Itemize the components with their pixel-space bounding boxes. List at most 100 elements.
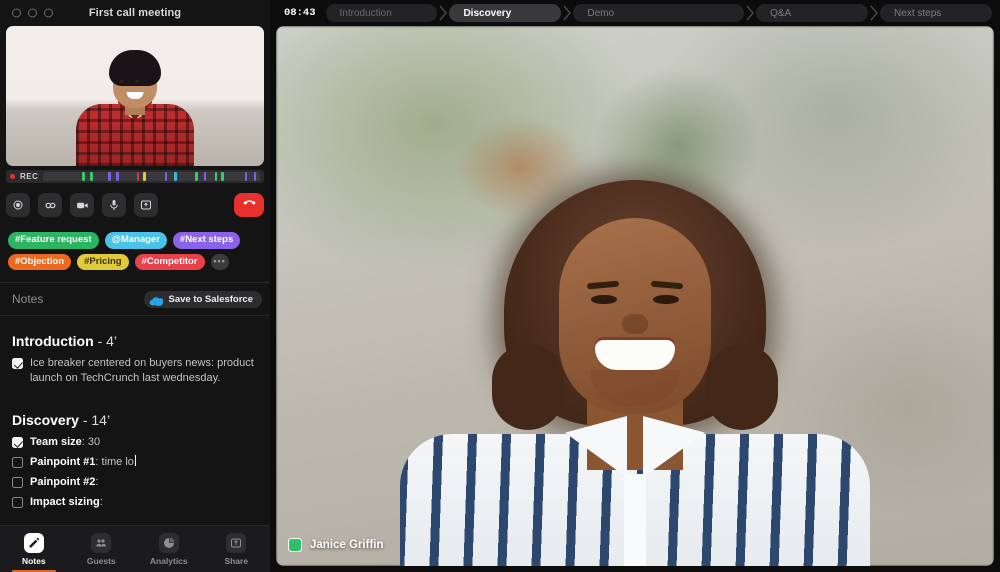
notes-panel-title: Notes bbox=[12, 292, 44, 306]
recording-marker[interactable] bbox=[195, 172, 198, 181]
note-item[interactable]: Impact sizing: bbox=[12, 495, 258, 510]
agenda-step-demo[interactable]: Demo bbox=[573, 4, 745, 22]
camera-toggle-button[interactable] bbox=[70, 193, 94, 217]
agenda-chevron-icon bbox=[437, 4, 449, 22]
note-item-text[interactable]: Ice breaker centered on buyers news: pro… bbox=[30, 356, 258, 386]
notes-section-heading: Discovery - 14’ bbox=[12, 412, 258, 428]
note-item-label: Painpoint #2 bbox=[30, 476, 96, 488]
recording-marker[interactable] bbox=[164, 172, 168, 181]
notes-header: Notes Save to Salesforce bbox=[0, 283, 270, 315]
self-view-video[interactable] bbox=[6, 26, 264, 166]
recording-marker[interactable] bbox=[253, 172, 257, 181]
participant-nose bbox=[622, 314, 648, 334]
agenda-step-introduction[interactable]: Introduction bbox=[325, 4, 438, 22]
hangup-phone-icon bbox=[242, 195, 257, 215]
tag-chip[interactable]: #Feature request bbox=[8, 232, 99, 249]
call-controls bbox=[6, 190, 264, 220]
tag-chip[interactable]: @Manager bbox=[104, 232, 167, 249]
note-item-text[interactable]: Team size: 30 bbox=[30, 435, 100, 450]
end-call-button[interactable] bbox=[234, 193, 264, 217]
tag-chip[interactable]: #Competitor bbox=[134, 253, 205, 270]
save-to-salesforce-button[interactable]: Save to Salesforce bbox=[143, 290, 262, 308]
note-item-text[interactable]: Painpoint #1: time lo bbox=[30, 455, 136, 470]
close-window-icon[interactable] bbox=[12, 8, 21, 18]
agenda-step-q-a[interactable]: Q&A bbox=[756, 4, 869, 22]
note-item-value: : time lo bbox=[95, 456, 134, 468]
minimize-window-icon[interactable] bbox=[28, 8, 37, 18]
note-item-text[interactable]: Impact sizing: bbox=[30, 495, 103, 510]
recording-marker[interactable] bbox=[203, 172, 207, 181]
participant-eye-left bbox=[591, 295, 617, 304]
window-traffic-lights[interactable] bbox=[12, 8, 53, 18]
section-duration: - 4’ bbox=[93, 333, 117, 349]
note-item-value: : bbox=[95, 476, 99, 488]
checkbox-unchecked-icon[interactable] bbox=[12, 457, 23, 468]
checkbox-checked-icon[interactable] bbox=[12, 358, 23, 369]
more-tags-button[interactable]: ••• bbox=[210, 253, 229, 270]
recording-marker[interactable] bbox=[89, 172, 93, 181]
agenda-chevron-icon bbox=[744, 4, 756, 22]
participant-name: Janice Griffin bbox=[310, 539, 384, 551]
notes-section-heading: Introduction - 4’ bbox=[12, 333, 258, 349]
window-titlebar: First call meeting bbox=[0, 0, 270, 26]
nav-item-label: Guests bbox=[86, 555, 116, 566]
note-item-label: Painpoint #1 bbox=[30, 456, 96, 468]
note-item[interactable]: Painpoint #1: time lo bbox=[12, 455, 258, 470]
nav-item-analytics[interactable]: Analytics bbox=[135, 526, 203, 572]
recording-indicator-icon bbox=[10, 174, 15, 179]
nav-item-label: Analytics bbox=[149, 555, 188, 566]
right-panel: 08:43 Introduction Discovery Demo Q&A Next s… bbox=[270, 0, 1000, 572]
participant-smile bbox=[595, 340, 675, 370]
nav-item-label: Share bbox=[224, 555, 249, 566]
agenda-step-discovery[interactable]: Discovery bbox=[449, 4, 562, 22]
left-panel: First call meeting REC #Feature request … bbox=[0, 0, 270, 572]
recording-marker[interactable] bbox=[221, 172, 224, 181]
recording-marker[interactable] bbox=[214, 172, 218, 181]
checkbox-unchecked-icon[interactable] bbox=[12, 477, 23, 488]
tag-chip[interactable]: #Pricing bbox=[77, 253, 129, 270]
participant-name-badge: Janice Griffin bbox=[288, 538, 384, 552]
recording-marker[interactable] bbox=[82, 172, 85, 181]
agenda-step-next-steps[interactable]: Next steps bbox=[880, 4, 992, 22]
agenda-step-list: Introduction Discovery Demo Q&A Next steps bbox=[325, 4, 992, 22]
settings-button[interactable] bbox=[6, 193, 30, 217]
recording-timeline[interactable]: REC bbox=[6, 170, 264, 183]
salesforce-cloud-icon bbox=[149, 294, 164, 306]
nav-item-notes[interactable]: Notes bbox=[0, 526, 68, 572]
person-left-eye bbox=[119, 80, 124, 83]
note-item-label: Impact sizing bbox=[30, 496, 100, 508]
tag-chip[interactable]: #Next steps bbox=[172, 232, 241, 249]
recording-marker[interactable] bbox=[108, 172, 111, 181]
note-item[interactable]: Team size: 30 bbox=[12, 435, 258, 450]
note-item-value: Ice breaker centered on buyers news: pro… bbox=[30, 357, 254, 384]
recording-track[interactable] bbox=[43, 172, 260, 181]
recording-marker[interactable] bbox=[174, 172, 178, 181]
nav-item-share[interactable]: Share bbox=[203, 526, 271, 572]
note-item[interactable]: Painpoint #2: bbox=[12, 475, 258, 490]
agenda-bar: 08:43 Introduction Discovery Demo Q&A Next s… bbox=[270, 0, 1000, 26]
nav-item-guests[interactable]: Guests bbox=[68, 526, 136, 572]
recording-marker[interactable] bbox=[115, 172, 119, 181]
section-duration: - 14’ bbox=[78, 412, 111, 428]
main-video-stage[interactable]: Janice Griffin bbox=[276, 26, 994, 566]
recording-marker[interactable] bbox=[143, 172, 146, 181]
checkbox-unchecked-icon[interactable] bbox=[12, 497, 23, 508]
copy-link-button[interactable] bbox=[38, 193, 62, 217]
note-item-text[interactable]: Painpoint #2: bbox=[30, 475, 98, 490]
note-item[interactable]: Ice breaker centered on buyers news: pro… bbox=[12, 356, 258, 386]
participant-status-icon bbox=[288, 538, 302, 552]
text-cursor bbox=[134, 455, 136, 466]
checkbox-checked-icon[interactable] bbox=[12, 437, 23, 448]
recording-marker[interactable] bbox=[136, 172, 140, 181]
microphone-toggle-button[interactable] bbox=[102, 193, 126, 217]
participant-eye-right bbox=[653, 295, 679, 304]
screen-share-button[interactable] bbox=[134, 193, 158, 217]
nav-item-label: Notes bbox=[21, 555, 46, 566]
zoom-window-icon[interactable] bbox=[44, 8, 53, 18]
share-icon bbox=[226, 532, 247, 553]
link-icon bbox=[44, 199, 57, 212]
screen-share-icon bbox=[140, 199, 152, 211]
tag-chip[interactable]: #Objection bbox=[8, 253, 72, 270]
recording-marker[interactable] bbox=[244, 172, 248, 181]
